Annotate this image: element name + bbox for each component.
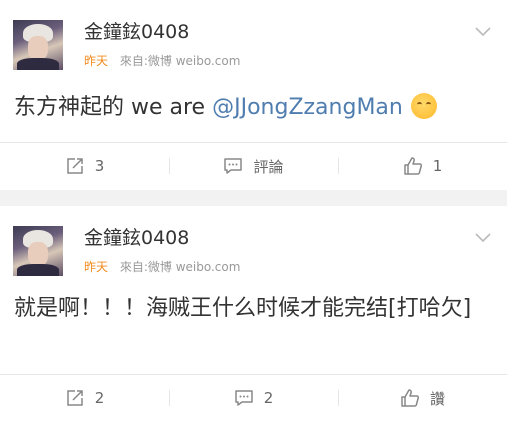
comment-count: 2 — [263, 389, 274, 407]
avatar[interactable] — [13, 20, 63, 70]
shy-smile-emoji-icon — [410, 93, 437, 119]
repost-count: 3 — [94, 157, 105, 175]
post-source: 來自:微博 weibo.com — [119, 54, 241, 68]
username[interactable]: 金鐘鉉0408 — [84, 223, 189, 250]
avatar-shirt — [17, 58, 59, 70]
chevron-down-icon[interactable] — [474, 228, 492, 246]
avatar-face — [28, 36, 48, 60]
post-time: 昨天 — [84, 54, 109, 68]
post-text: 就是啊！！！海贼王什么时候才能完结[打哈欠] — [14, 296, 472, 321]
comment-icon — [224, 158, 243, 174]
mention-link[interactable]: @JJongZzangMan — [212, 95, 403, 120]
weibo-feed: 金鐘鉉0408 昨天 來自:微博 weibo.com 东方神起的 we are … — [0, 0, 507, 422]
post-text: 东方神起的 we are — [14, 95, 213, 120]
like-button[interactable]: 讚 — [338, 375, 507, 421]
comment-button[interactable]: 2 — [169, 375, 338, 421]
post-meta: 昨天 來自:微博 weibo.com — [84, 52, 240, 69]
action-bar: 3 評論 1 — [0, 143, 507, 189]
avatar[interactable] — [13, 226, 63, 276]
repost-icon — [66, 158, 83, 174]
action-bar: 2 2 讚 — [0, 375, 507, 421]
thumbs-up-icon — [403, 157, 422, 175]
post-card[interactable]: 金鐘鉉0408 昨天 來自:微博 weibo.com 东方神起的 we are … — [0, 0, 507, 190]
like-label: 讚 — [429, 389, 445, 408]
comment-label: 評論 — [253, 157, 284, 176]
repost-icon — [66, 390, 83, 406]
like-count: 1 — [432, 157, 443, 175]
post-time: 昨天 — [84, 260, 109, 274]
avatar-shirt — [17, 264, 59, 276]
like-button[interactable]: 1 — [338, 143, 507, 189]
post-source: 來自:微博 weibo.com — [119, 260, 241, 274]
chevron-down-icon[interactable] — [474, 22, 492, 40]
post-card[interactable]: 金鐘鉉0408 昨天 來自:微博 weibo.com 就是啊！！！海贼王什么时候… — [0, 206, 507, 422]
username[interactable]: 金鐘鉉0408 — [84, 17, 189, 44]
repost-button[interactable]: 3 — [0, 143, 169, 189]
comment-button[interactable]: 評論 — [169, 143, 338, 189]
thumbs-up-icon — [401, 389, 420, 407]
repost-count: 2 — [94, 389, 105, 407]
post-content: 就是啊！！！海贼王什么时候才能完结[打哈欠] — [14, 293, 494, 325]
post-meta: 昨天 來自:微博 weibo.com — [84, 258, 240, 275]
post-content: 东方神起的 we are @JJongZzangMan — [14, 92, 494, 124]
repost-button[interactable]: 2 — [0, 375, 169, 421]
comment-icon — [234, 390, 253, 406]
avatar-face — [28, 242, 48, 266]
